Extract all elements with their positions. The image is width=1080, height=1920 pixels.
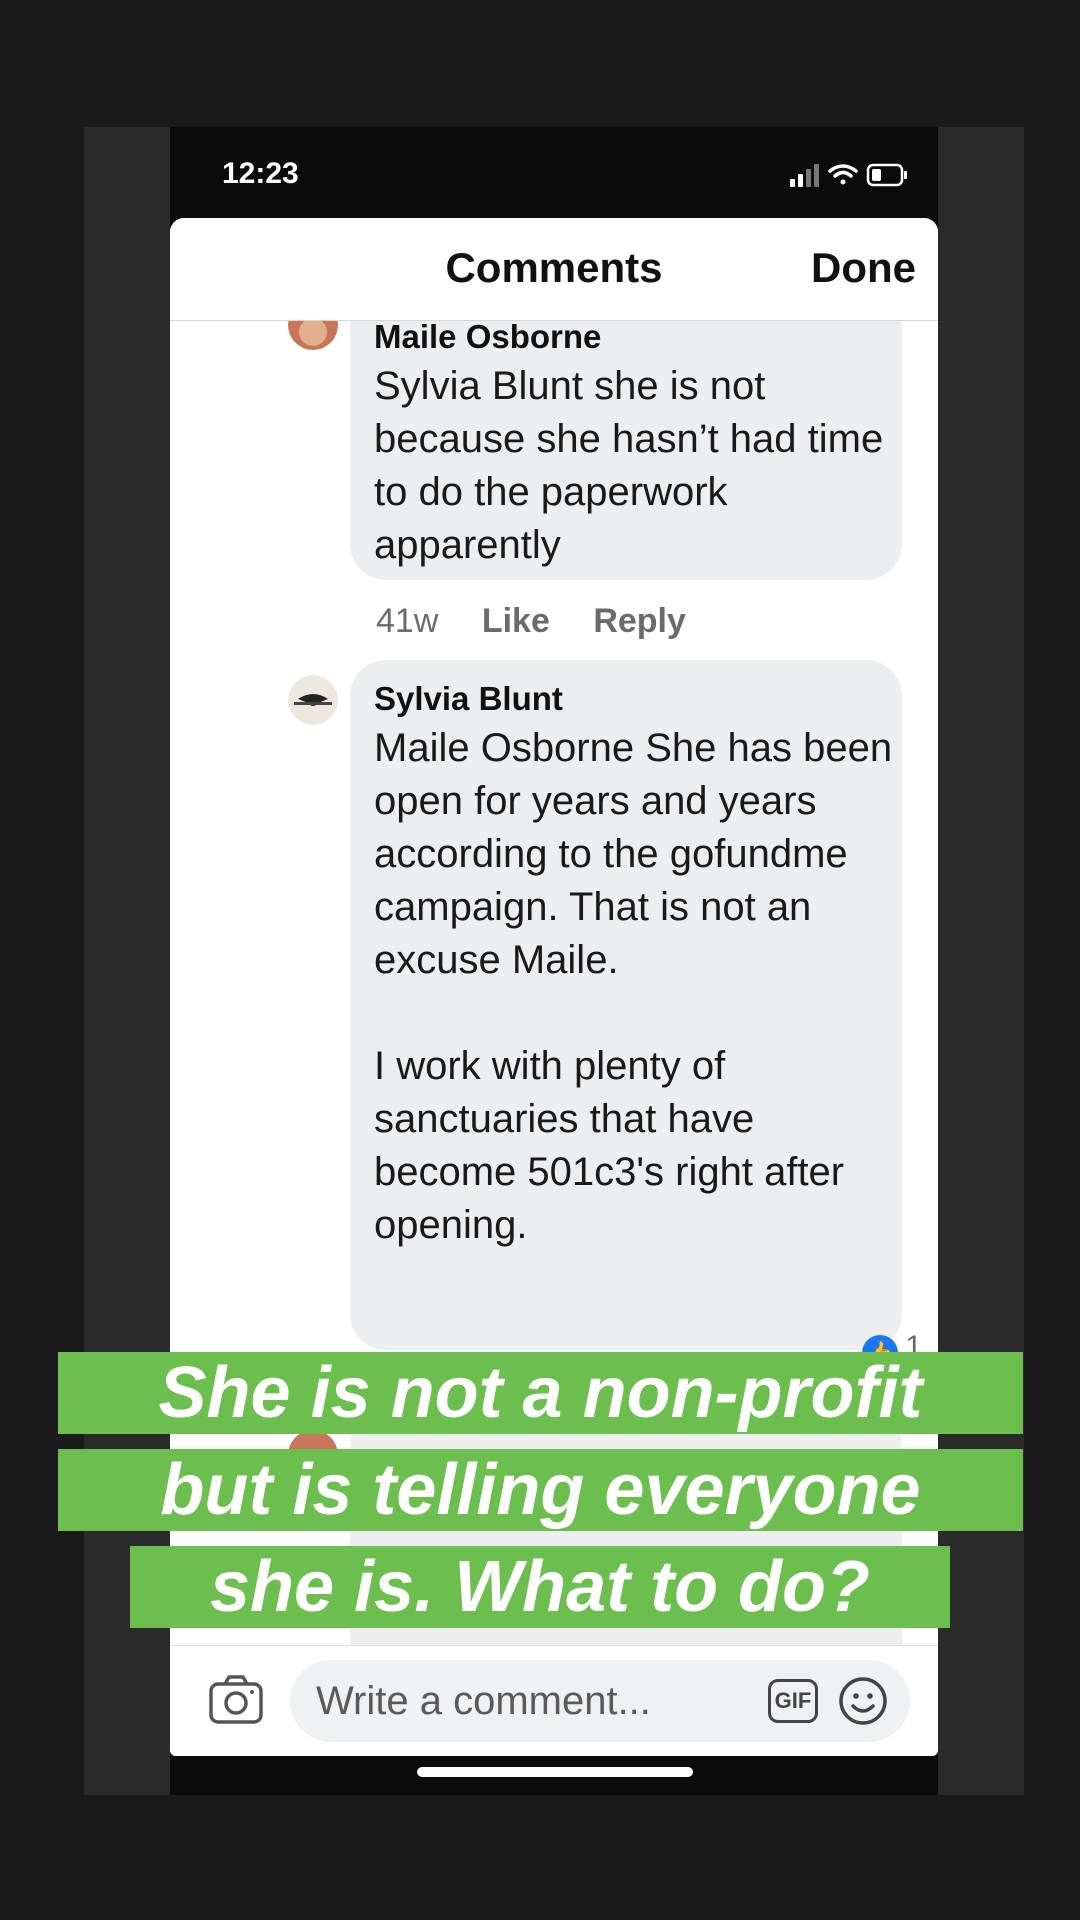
camera-icon — [209, 1675, 263, 1724]
home-indicator — [417, 1767, 693, 1777]
reply-button[interactable]: Reply — [593, 602, 686, 640]
battery-icon — [866, 163, 907, 187]
comment-actions: 41w Like Reply — [376, 602, 720, 641]
wifi-icon — [828, 164, 858, 185]
avatar[interactable] — [288, 675, 338, 725]
phone-screenshot: 12:23 Comments Done Maile Osborne Sylvia… — [170, 127, 938, 1795]
like-button[interactable]: Like — [482, 602, 550, 640]
comment-author[interactable]: Sylvia Blunt — [374, 680, 563, 718]
sheet-header: Comments Done — [170, 218, 938, 321]
comment-text: Sylvia Blunt she is not because she hasn… — [374, 364, 884, 567]
comment-author[interactable]: Maile Osborne — [374, 320, 601, 356]
caption-line: She is not a non-profit — [58, 1352, 1023, 1434]
background-band-left — [84, 127, 170, 1795]
comment-composer: GIF — [170, 1645, 938, 1756]
status-icons — [790, 163, 907, 187]
camera-button[interactable] — [208, 1674, 264, 1726]
comment-text: Maile Osborne She has been open for year… — [374, 726, 893, 1247]
comment-timestamp: 41w — [376, 602, 439, 640]
caption-line: she is. What to do? — [130, 1546, 950, 1628]
caption-line: but is telling everyone — [58, 1449, 1023, 1531]
status-time: 12:23 — [222, 157, 299, 190]
comment-bubble: Sylvia Blunt Maile Osborne She has been … — [350, 660, 902, 1350]
comment-bubble: Maile Osborne Sylvia Blunt she is not be… — [350, 320, 902, 580]
gif-button[interactable]: GIF — [768, 1679, 818, 1723]
smiley-icon — [839, 1677, 887, 1725]
comment-thread[interactable]: Maile Osborne Sylvia Blunt she is not be… — [170, 320, 938, 1645]
signal-icon — [790, 164, 819, 187]
emoji-button[interactable] — [838, 1676, 888, 1726]
avatar[interactable] — [288, 320, 338, 350]
done-button[interactable]: Done — [811, 244, 916, 292]
background-band-right — [938, 127, 1024, 1795]
